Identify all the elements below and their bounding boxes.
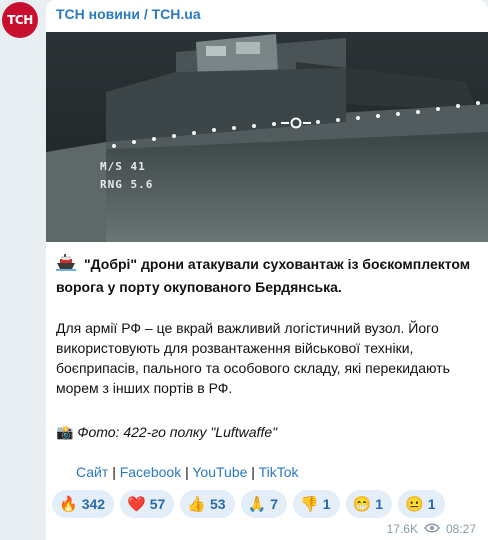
camera-icon: 📸 bbox=[56, 424, 74, 440]
osd-range: RNG 5.6 bbox=[100, 178, 154, 191]
photo-credit-text: Фото: 422-го полку "Luftwaffe" bbox=[77, 424, 278, 440]
youtube-link[interactable]: YouTube bbox=[192, 464, 247, 480]
ship-icon bbox=[56, 254, 76, 277]
facebook-link[interactable]: Facebook bbox=[120, 464, 181, 480]
reaction-count: 53 bbox=[210, 496, 226, 512]
tiktok-link[interactable]: TikTok bbox=[259, 464, 299, 480]
reaction-grin[interactable]: 😁 1 bbox=[345, 490, 393, 518]
heart-icon: ❤️ bbox=[127, 495, 146, 513]
reaction-heart[interactable]: ❤️ 57 bbox=[120, 490, 175, 518]
neutral-face-icon: 😐 bbox=[405, 495, 424, 513]
reaction-count: 7 bbox=[270, 496, 279, 512]
osd-speed: M/S 41 bbox=[100, 160, 146, 173]
post-headline: "Добрі" дрони атакували суховантаж із бо… bbox=[56, 254, 476, 297]
thumbs-up-icon: 👍 bbox=[187, 495, 206, 513]
site-link[interactable]: Сайт bbox=[76, 464, 108, 480]
pray-icon: 🙏 bbox=[247, 495, 267, 513]
channel-avatar[interactable]: TCH bbox=[2, 2, 38, 38]
reaction-count: 57 bbox=[149, 496, 166, 512]
message-meta: 17.6K 08:27 bbox=[387, 522, 476, 536]
grin-icon: 😁 bbox=[352, 495, 372, 513]
reaction-count: 1 bbox=[427, 496, 436, 512]
thumbs-down-icon: 👎 bbox=[300, 495, 319, 513]
reaction-count: 1 bbox=[322, 496, 331, 512]
reaction-count: 1 bbox=[375, 496, 384, 512]
view-count: 17.6K bbox=[386, 522, 418, 536]
fire-icon: 🔥 bbox=[59, 495, 78, 513]
reactions-bar: 🔥 342 ❤️ 57 👍 53 🙏 7 👎 1 😁 1 😐 1 bbox=[52, 490, 445, 518]
channel-name[interactable]: ТСН новини / TCH.ua bbox=[56, 6, 201, 22]
link-separator: | bbox=[112, 464, 116, 480]
reaction-count: 342 bbox=[81, 496, 106, 512]
post-time: 08:27 bbox=[445, 522, 476, 536]
headline-text: "Добрі" дрони атакували суховантаж із бо… bbox=[56, 256, 471, 295]
post-photo[interactable]: M/S 41 RNG 5.6 bbox=[46, 32, 488, 242]
photo-credit: 📸 Фото: 422-го полку "Luftwaffe" bbox=[56, 422, 476, 442]
link-separator: | bbox=[251, 464, 255, 480]
reaction-pray[interactable]: 🙏 7 bbox=[240, 490, 288, 518]
eye-icon bbox=[424, 522, 440, 536]
link-separator: | bbox=[185, 464, 189, 480]
reaction-neutral[interactable]: 😐 1 bbox=[398, 490, 445, 518]
post-body: Для армії РФ – це вкрай важливий логісти… bbox=[56, 320, 450, 396]
reaction-fire[interactable]: 🔥 342 bbox=[52, 490, 115, 518]
link-row: Сайт | Facebook | YouTube | TikTok bbox=[76, 464, 299, 480]
reaction-thumbs-down[interactable]: 👎 1 bbox=[293, 490, 340, 518]
message-bubble: ТСН новини / TCH.ua M/S 41 RNG 5.6 "Добр… bbox=[46, 0, 488, 540]
reaction-thumbs-up[interactable]: 👍 53 bbox=[180, 490, 235, 518]
